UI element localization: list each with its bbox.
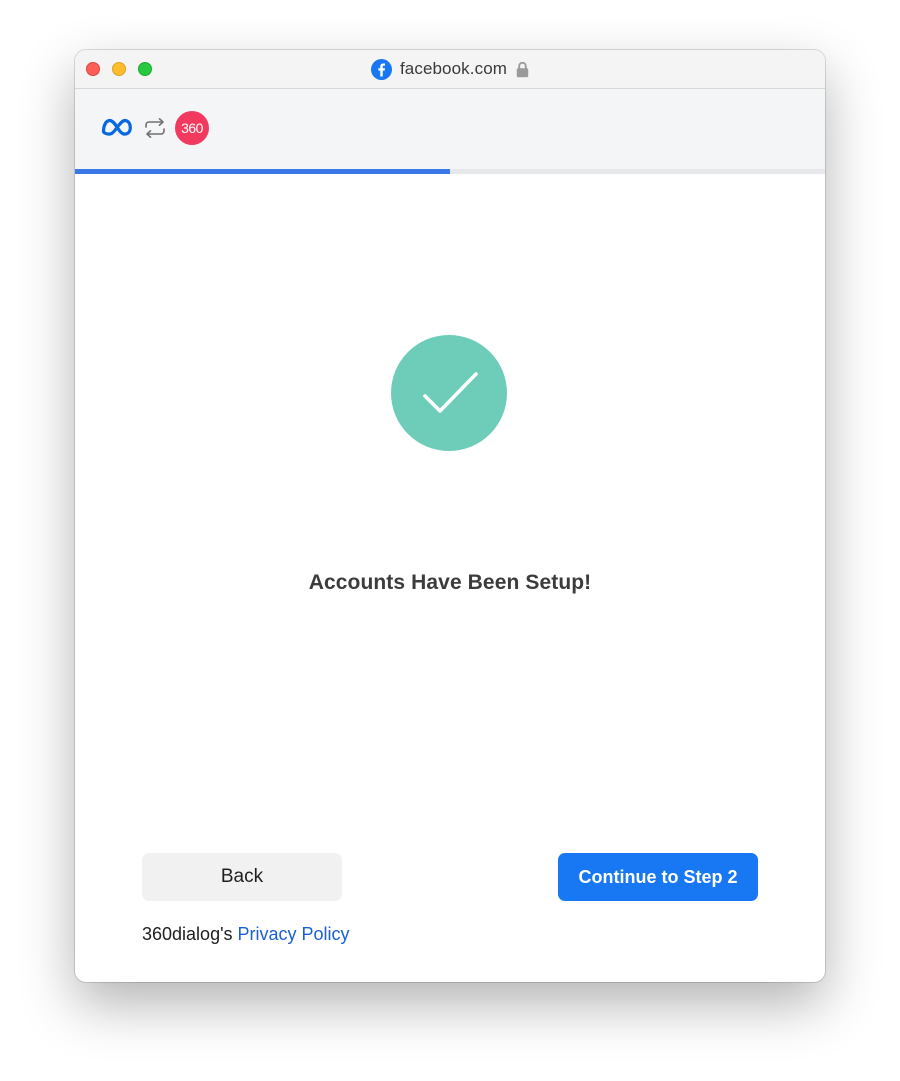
continue-button[interactable]: Continue to Step 2: [558, 853, 758, 901]
back-button[interactable]: Back: [142, 853, 342, 901]
privacy-footer: 360dialog's Privacy Policy: [142, 924, 350, 945]
partner-logo-text: 360: [181, 120, 203, 136]
swap-arrows-icon: [145, 118, 165, 138]
browser-window: facebook.com 360 Accounts Have Been Setu…: [75, 50, 825, 982]
address-bar[interactable]: facebook.com: [75, 50, 825, 88]
privacy-policy-link[interactable]: Privacy Policy: [238, 924, 350, 944]
dialog-header: 360: [75, 89, 825, 170]
progress-fill: [75, 169, 450, 174]
progress-bar: [75, 169, 825, 174]
meta-logo-icon: [101, 118, 132, 136]
facebook-icon: [370, 58, 392, 80]
status-title: Accounts Have Been Setup!: [308, 571, 592, 594]
footer-prefix: 360dialog's: [142, 924, 233, 944]
success-badge: [391, 335, 507, 451]
title-bar: facebook.com: [75, 50, 825, 89]
checkmark-icon: [423, 372, 478, 413]
360dialog-logo: 360: [175, 111, 209, 145]
lock-icon: [516, 61, 529, 77]
url-text: facebook.com: [399, 59, 508, 78]
